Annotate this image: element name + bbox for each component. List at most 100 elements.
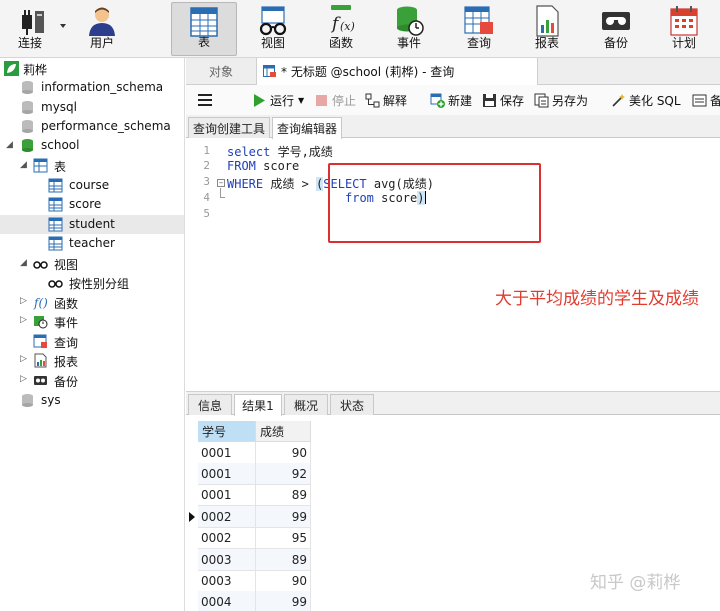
tree-reports-folder[interactable]: ▷ 报表 [0, 351, 184, 370]
column-header-score[interactable]: 成绩 [256, 421, 311, 442]
event-icon [34, 316, 48, 329]
save-as-button[interactable]: 另存为 [534, 92, 588, 108]
collapsed-arrow-icon[interactable]: ▷ [20, 315, 27, 325]
user-button[interactable]: 用户 [76, 2, 128, 56]
database-icon [22, 394, 33, 407]
editor-mode-tabs: 查询创建工具 查询编辑器 [186, 115, 720, 139]
table-row[interactable]: 0001 90 [186, 442, 311, 464]
backup-icon [34, 376, 47, 385]
explain-icon [365, 93, 380, 107]
expanded-arrow-icon[interactable]: ◢ [6, 140, 13, 150]
backup-icon [602, 12, 630, 30]
function-icon: f (x) [330, 5, 355, 34]
table-row[interactable]: 0004 99 [186, 591, 311, 611]
tab-info[interactable]: 信息 [188, 394, 232, 415]
expanded-arrow-icon[interactable]: ◢ [20, 258, 27, 268]
tab-status[interactable]: 状态 [330, 394, 374, 415]
database-icon [22, 120, 33, 133]
tree-views-folder[interactable]: ◢ 视图 [0, 254, 184, 273]
tree-db-school[interactable]: ◢ school [0, 136, 184, 155]
table-button[interactable]: 表 [171, 2, 237, 56]
collapsed-arrow-icon[interactable]: ▷ [20, 354, 27, 364]
collapsed-arrow-icon[interactable]: ▷ [20, 296, 27, 306]
subquery-highlight-box [328, 163, 541, 243]
table-row[interactable]: 0001 89 [186, 484, 311, 506]
tree-backups-folder[interactable]: ▷ 备份 [0, 371, 184, 390]
table-icon [33, 158, 48, 173]
column-header-id[interactable]: 学号 [198, 421, 256, 442]
new-button[interactable]: 新建 [430, 92, 472, 108]
table-row[interactable]: 0003 90 [186, 570, 311, 592]
tree-table-student[interactable]: student [0, 215, 184, 234]
schedule-button[interactable]: 计划 [657, 2, 711, 56]
current-row-pointer-icon [189, 512, 195, 522]
tab-result-1[interactable]: 结果1 [234, 394, 282, 416]
user-icon [89, 7, 115, 36]
magic-wand-icon [612, 93, 625, 107]
query-icon [464, 6, 493, 34]
table-row-current[interactable]: 0002 99 [186, 506, 311, 528]
run-button[interactable]: 运行 ▼ [252, 92, 304, 108]
save-as-icon [534, 93, 549, 107]
table-row[interactable]: 0001 92 [186, 463, 311, 485]
explain-button[interactable]: 解释 [365, 92, 407, 108]
svg-text:f(): f() [33, 296, 48, 310]
svg-text:(x): (x) [340, 20, 355, 33]
tree-events-folder[interactable]: ▷ 事件 [0, 312, 184, 331]
tab-query-editor[interactable]: 查询编辑器 [272, 117, 342, 139]
connection-button[interactable]: 连接 [4, 2, 56, 56]
table-row[interactable]: 0003 89 [186, 549, 311, 571]
tree-db-performance-schema[interactable]: performance_schema [0, 117, 184, 136]
tab-objects[interactable]: 对象 [186, 58, 256, 85]
document-tabs: 对象 * 无标题 @school (莉桦) - 查询 [186, 58, 720, 85]
table-icon [190, 7, 218, 37]
report-button[interactable]: 报表 [520, 2, 574, 56]
glasses-icon [259, 6, 287, 36]
tab-query-untitled[interactable]: * 无标题 @school (莉桦) - 查询 [256, 58, 538, 85]
line-number: 1 [203, 144, 210, 157]
connection-dropdown-icon[interactable] [60, 24, 66, 28]
new-query-icon [430, 93, 445, 108]
database-icon [22, 81, 33, 94]
tree-functions-folder[interactable]: ▷ f() 函数 [0, 293, 184, 312]
more-toolbar-button[interactable]: 备 [692, 92, 720, 108]
run-dropdown-icon[interactable]: ▼ [298, 96, 304, 105]
sql-editor[interactable]: 1 2 3 4 5 − select 学号,成绩 FROM score WHER… [186, 139, 720, 391]
line-number: 3 [203, 175, 210, 188]
function-button[interactable]: f (x) 函数 [314, 2, 368, 56]
tab-query-builder[interactable]: 查询创建工具 [188, 117, 270, 138]
connection-leaf-icon [4, 61, 19, 76]
save-icon [483, 93, 496, 107]
tree-queries-folder[interactable]: 查询 [0, 332, 184, 351]
query-icon [33, 334, 47, 348]
event-icon [397, 6, 424, 36]
tree-table-course[interactable]: course [0, 176, 184, 195]
table-icon [48, 217, 63, 232]
line-number: 2 [203, 159, 210, 172]
backup-button[interactable]: 备份 [589, 2, 643, 56]
tree-table-score[interactable]: score [0, 195, 184, 214]
tree-view-gender-group[interactable]: 按性别分组 [0, 273, 184, 292]
tab-overview[interactable]: 概况 [284, 394, 328, 415]
expanded-arrow-icon[interactable]: ◢ [20, 160, 27, 170]
tree-db-information-schema[interactable]: information_schema [0, 78, 184, 97]
event-button[interactable]: 事件 [382, 2, 436, 56]
save-button[interactable]: 保存 [482, 92, 524, 108]
tree-db-mysql[interactable]: mysql [0, 98, 184, 117]
tree-connection[interactable]: 莉桦 [0, 59, 184, 78]
tree-tables-folder[interactable]: ◢ 表 [0, 156, 184, 175]
plug-icon [22, 10, 44, 35]
table-row[interactable]: 0002 95 [186, 527, 311, 549]
database-icon [22, 101, 33, 114]
stop-button[interactable]: 停止 [314, 92, 356, 108]
menu-button[interactable] [198, 92, 212, 108]
beautify-sql-button[interactable]: 美化 SQL [611, 92, 681, 108]
tree-table-teacher[interactable]: teacher [0, 234, 184, 253]
fold-toggle-icon[interactable]: − [217, 179, 225, 187]
code-line-1: select 学号,成绩 [227, 145, 333, 159]
fold-guide-end [220, 197, 225, 198]
view-button[interactable]: 视图 [246, 2, 300, 56]
tree-db-sys[interactable]: sys [0, 391, 184, 410]
collapsed-arrow-icon[interactable]: ▷ [20, 374, 27, 384]
query-button[interactable]: 查询 [452, 2, 506, 56]
